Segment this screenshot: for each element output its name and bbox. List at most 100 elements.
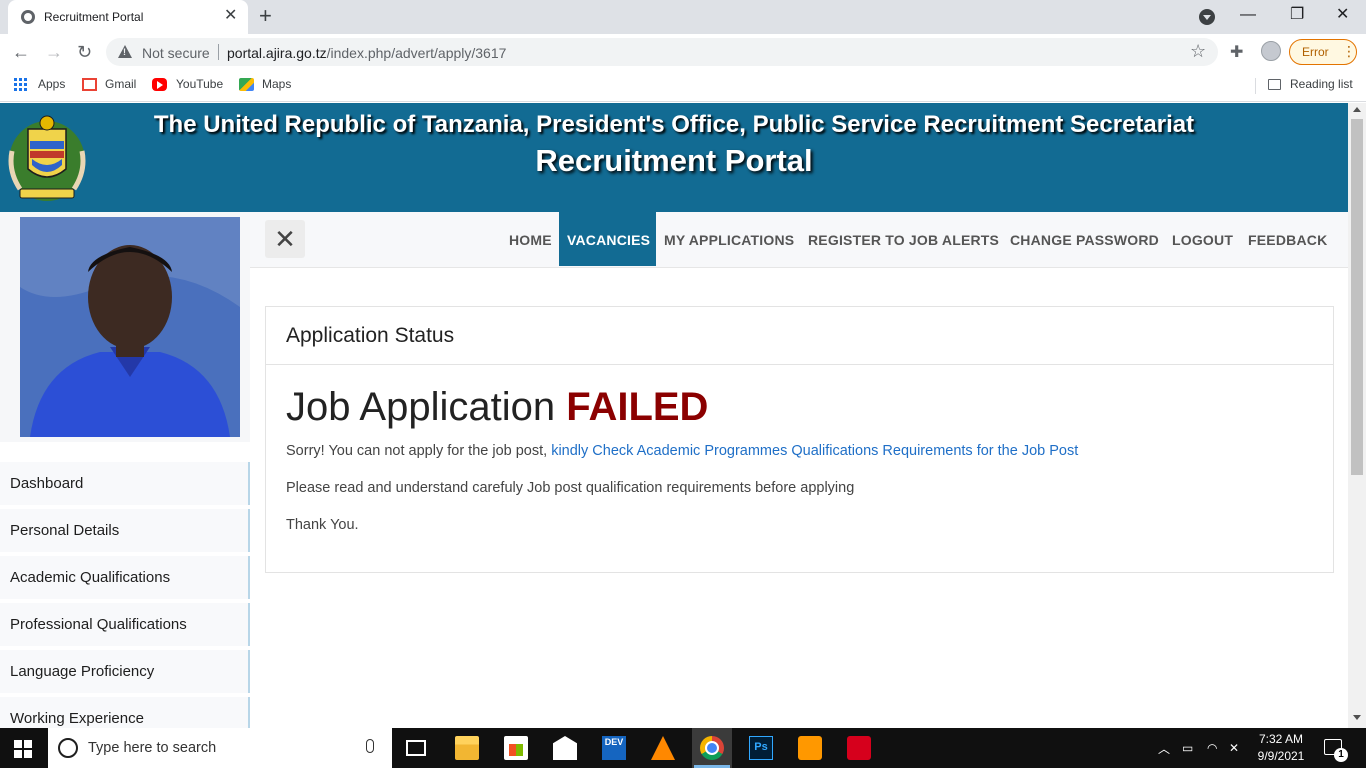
vlc-icon[interactable] <box>651 736 675 760</box>
nav-register-job-alerts[interactable]: REGISTER TO JOB ALERTS <box>800 212 1007 266</box>
scroll-thumb[interactable] <box>1351 119 1363 475</box>
apps-grid-icon <box>14 78 29 91</box>
minimize-icon[interactable]: — <box>1240 4 1256 26</box>
store-icon[interactable] <box>504 736 528 760</box>
browser-tab-strip: Recruitment Portal ✕ + — ❐ ✕ <box>0 0 1366 34</box>
status-failed-label: FAILED <box>566 385 709 429</box>
mail-icon[interactable] <box>553 736 577 760</box>
bookmark-star-icon[interactable]: ☆ <box>1190 41 1206 62</box>
status-heading-prefix: Job Application <box>286 385 556 429</box>
dev-app-icon[interactable]: DEV <box>602 736 626 760</box>
error-label: Error <box>1302 45 1329 59</box>
chrome-icon[interactable] <box>700 736 724 760</box>
bookmark-gmail[interactable]: Gmail <box>105 77 136 91</box>
windows-taskbar: Type here to search DEV Ps ︿ ▭ ◠ ✕ 7:32 … <box>0 728 1366 768</box>
reading-list-button[interactable]: Reading list <box>1290 77 1353 91</box>
tab-search-icon[interactable] <box>1199 9 1215 25</box>
nav-feedback[interactable]: FEEDBACK <box>1240 212 1335 266</box>
windows-start-icon[interactable] <box>14 740 32 758</box>
url-divider <box>218 44 219 60</box>
application-status-card: Application Status Job Application FAILE… <box>265 306 1334 573</box>
file-explorer-icon[interactable] <box>455 736 479 760</box>
sidebar-item-label: Dashboard <box>10 475 84 492</box>
reload-icon[interactable]: ↻ <box>77 40 92 64</box>
nav-my-applications[interactable]: MY APPLICATIONS <box>656 212 802 266</box>
profile-avatar[interactable] <box>1261 41 1281 61</box>
volume-muted-icon[interactable]: ✕ <box>1229 741 1239 755</box>
card-title: Application Status <box>286 324 455 347</box>
sublime-text-icon[interactable] <box>798 736 822 760</box>
tray-expand-icon[interactable]: ︿ <box>1158 740 1170 757</box>
clock-date[interactable]: 9/9/2021 <box>1253 749 1309 763</box>
scroll-up-icon[interactable] <box>1353 107 1361 112</box>
close-window-icon[interactable]: ✕ <box>1336 4 1349 26</box>
globe-icon <box>21 10 35 24</box>
error-button[interactable]: Error ⋮ <box>1289 39 1357 65</box>
address-bar[interactable]: Not secure portal.ajira.go.tz/index.php/… <box>106 38 1218 66</box>
bookmarks-divider <box>1255 78 1256 94</box>
back-icon[interactable]: ← <box>12 40 30 64</box>
bookmark-maps[interactable]: Maps <box>262 77 291 91</box>
url-path: /index.php/advert/apply/3617 <box>326 45 507 61</box>
nav-home[interactable]: HOME <box>501 212 560 266</box>
close-tab-icon[interactable]: ✕ <box>224 6 237 26</box>
nav-logout[interactable]: LOGOUT <box>1164 212 1241 266</box>
gmail-icon <box>82 78 97 91</box>
bookmark-youtube[interactable]: YouTube <box>176 77 223 91</box>
task-view-icon[interactable] <box>406 740 426 756</box>
page-header: The United Republic of Tanzania, Preside… <box>0 103 1348 212</box>
photoshop-icon[interactable]: Ps <box>749 736 773 760</box>
status-message: Sorry! You can not apply for the job pos… <box>286 443 1078 459</box>
sidebar-item-label: Academic Qualifications <box>10 569 171 586</box>
sidebar-item-personal-details[interactable]: Personal Details <box>0 509 250 552</box>
status-heading: Job Application FAILED <box>286 385 708 430</box>
battery-icon[interactable]: ▭ <box>1182 741 1193 755</box>
sidebar-item-label: Professional Qualifications <box>10 616 187 633</box>
sidebar-item-professional-qualifications[interactable]: Professional Qualifications <box>0 603 250 646</box>
status-message-prefix: Sorry! You can not apply for the job pos… <box>286 443 548 459</box>
browser-toolbar: ← → ↻ Not secure portal.ajira.go.tz/inde… <box>0 34 1366 70</box>
nav-change-password[interactable]: CHANGE PASSWORD <box>1002 212 1167 266</box>
clock-time[interactable]: 7:32 AM <box>1257 732 1305 746</box>
bookmark-apps[interactable]: Apps <box>38 77 65 91</box>
profile-photo-frame <box>0 212 250 442</box>
scroll-down-icon[interactable] <box>1353 715 1361 720</box>
card-header: Application Status <box>266 307 1333 365</box>
sidebar-item-academic-qualifications[interactable]: Academic Qualifications <box>0 556 250 599</box>
warning-icon <box>118 45 132 58</box>
sidebar-item-label: Working Experience <box>10 710 144 727</box>
browser-tab[interactable]: Recruitment Portal ✕ <box>8 0 248 34</box>
nav-vacancies[interactable]: VACANCIES <box>559 212 656 266</box>
acrobat-icon[interactable] <box>847 736 871 760</box>
url-host: portal.ajira.go.tz <box>227 45 327 61</box>
wifi-icon[interactable]: ◠ <box>1207 741 1217 755</box>
forward-icon[interactable]: → <box>45 40 63 64</box>
restore-icon[interactable]: ❐ <box>1290 4 1304 26</box>
microphone-icon[interactable] <box>366 739 374 753</box>
main-content: Application Status Job Application FAILE… <box>250 268 1348 728</box>
profile-photo <box>20 217 240 437</box>
notification-badge: 1 <box>1334 748 1348 762</box>
extensions-icon[interactable]: ✚ <box>1230 42 1243 62</box>
sidebar-item-dashboard[interactable]: Dashboard <box>0 462 250 505</box>
top-nav: ✕ HOME VACANCIES MY APPLICATIONS REGISTE… <box>250 212 1348 268</box>
menu-dots-icon: ⋮ <box>1342 43 1356 59</box>
cortana-icon <box>58 738 78 758</box>
sidebar: Dashboard Personal Details Academic Qual… <box>0 212 250 740</box>
taskbar-search-placeholder: Type here to search <box>88 740 217 756</box>
page-scrollbar[interactable] <box>1348 103 1366 728</box>
sidebar-item-label: Personal Details <box>10 522 120 539</box>
not-secure-label[interactable]: Not secure <box>142 45 210 61</box>
header-portal-title: Recruitment Portal <box>535 143 813 178</box>
taskbar-search[interactable]: Type here to search <box>48 728 392 768</box>
tab-title: Recruitment Portal <box>44 10 144 24</box>
sidebar-item-label: Language Proficiency <box>10 663 155 680</box>
sidebar-item-language-proficiency[interactable]: Language Proficiency <box>0 650 250 693</box>
status-instruction: Please read and understand carefuly Job … <box>286 480 855 496</box>
status-thanks: Thank You. <box>286 517 359 533</box>
header-agency-title: The United Republic of Tanzania, Preside… <box>153 111 1195 138</box>
new-tab-icon[interactable]: + <box>259 4 272 28</box>
qualification-requirements-link[interactable]: kindly Check Academic Programmes Qualifi… <box>551 443 1078 459</box>
url-text[interactable]: portal.ajira.go.tz/index.php/advert/appl… <box>227 45 506 61</box>
sidebar-toggle-close-icon[interactable]: ✕ <box>265 220 305 258</box>
